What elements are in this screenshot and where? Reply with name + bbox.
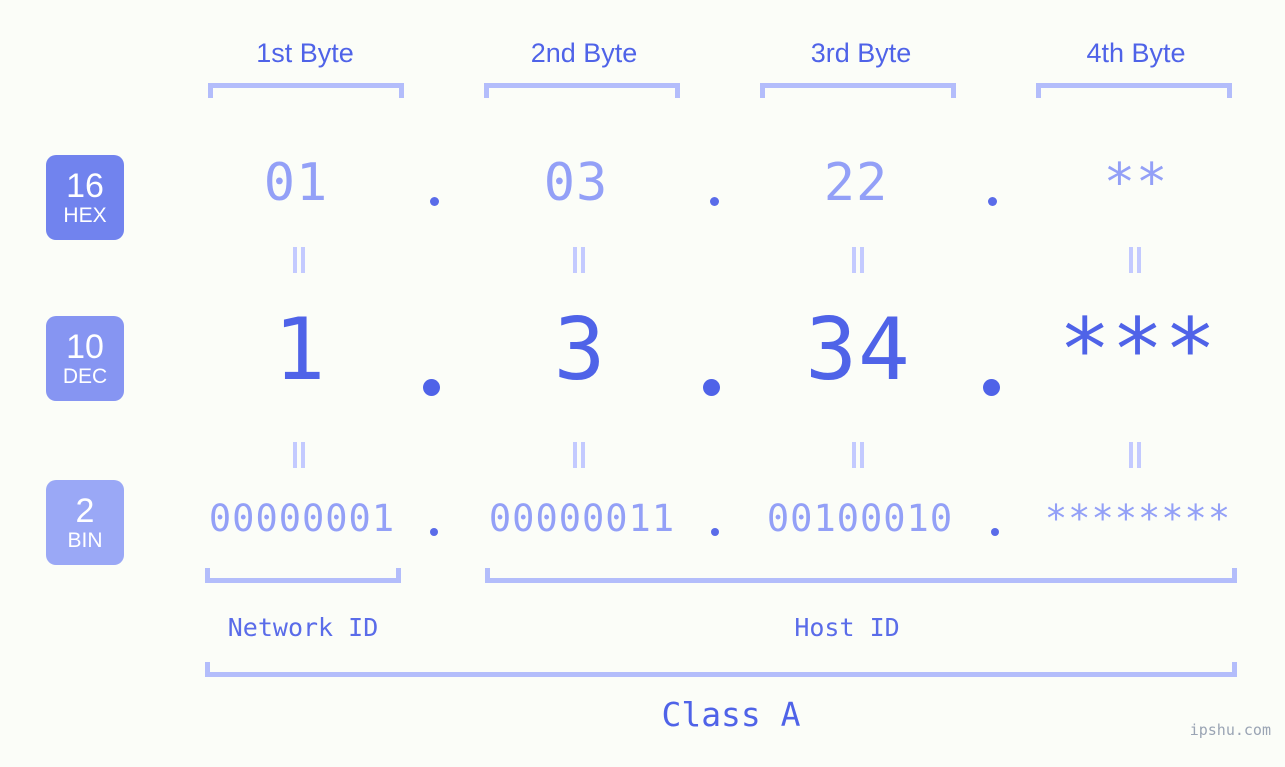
bin-value-byte-3: 00100010 — [766, 497, 954, 540]
bin-value-byte-2: 00000011 — [488, 497, 676, 540]
base-badge-dec-number: 10 — [66, 328, 104, 366]
equals-dec-bin-2 — [573, 442, 586, 468]
host-id-bracket — [485, 568, 1237, 583]
base-badge-hex-number: 16 — [66, 167, 104, 205]
byte-header-3: 3rd Byte — [810, 38, 912, 68]
byte-bracket-2 — [484, 83, 680, 98]
hex-value-byte-1: 01 — [263, 153, 329, 213]
bin-separator-3 — [991, 528, 999, 536]
equals-hex-dec-4 — [1129, 247, 1142, 273]
hex-separator-2 — [710, 197, 719, 206]
byte-header-2: 2nd Byte — [530, 38, 638, 68]
equals-hex-dec-1 — [293, 247, 306, 273]
bin-separator-2 — [711, 528, 719, 536]
bin-separator-1 — [430, 528, 438, 536]
base-badge-dec-name: DEC — [62, 365, 108, 388]
dec-value-byte-3: 34 — [805, 300, 911, 400]
equals-dec-bin-3 — [852, 442, 865, 468]
bin-value-byte-4: ******** — [1044, 497, 1232, 540]
hex-value-byte-4: ** — [1103, 153, 1169, 213]
site-watermark: ipshu.com — [1189, 721, 1271, 739]
hex-value-byte-3: 22 — [823, 153, 889, 213]
class-bracket — [205, 662, 1237, 677]
base-badge-bin: 2 BIN — [46, 480, 124, 565]
ip-breakdown-diagram: 1st Byte 2nd Byte 3rd Byte 4th Byte 16 H… — [0, 0, 1285, 767]
base-badge-hex-name: HEX — [63, 204, 107, 227]
base-badge-bin-number: 2 — [75, 492, 95, 530]
dec-value-byte-4: *** — [1058, 300, 1218, 400]
byte-header-4: 4th Byte — [1086, 38, 1186, 68]
dec-separator-2 — [703, 379, 720, 396]
network-id-label: Network ID — [227, 613, 379, 642]
base-badge-dec: 10 DEC — [46, 316, 124, 401]
byte-bracket-3 — [760, 83, 956, 98]
equals-hex-dec-3 — [852, 247, 865, 273]
network-id-bracket — [205, 568, 401, 583]
byte-bracket-1 — [208, 83, 404, 98]
dec-separator-3 — [983, 379, 1000, 396]
class-label: Class A — [661, 695, 801, 734]
equals-dec-bin-1 — [293, 442, 306, 468]
equals-dec-bin-4 — [1129, 442, 1142, 468]
byte-bracket-4 — [1036, 83, 1232, 98]
dec-value-byte-2: 3 — [553, 300, 607, 400]
base-badge-hex: 16 HEX — [46, 155, 124, 240]
hex-separator-1 — [430, 197, 439, 206]
byte-header-1: 1st Byte — [256, 38, 354, 68]
base-badge-bin-name: BIN — [67, 529, 103, 552]
host-id-label: Host ID — [794, 613, 900, 642]
dec-separator-1 — [423, 379, 440, 396]
equals-hex-dec-2 — [573, 247, 586, 273]
dec-value-byte-1: 1 — [273, 300, 327, 400]
hex-value-byte-2: 03 — [543, 153, 609, 213]
hex-separator-3 — [988, 197, 997, 206]
bin-value-byte-1: 00000001 — [208, 497, 396, 540]
